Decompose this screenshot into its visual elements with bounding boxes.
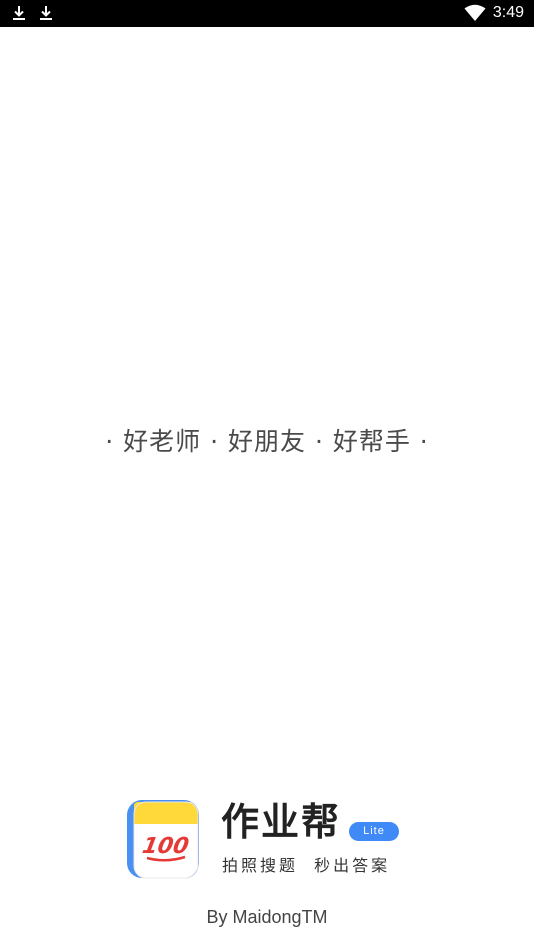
status-clock: 3:49 (492, 4, 524, 21)
app-name: 作业帮 (221, 800, 342, 844)
notification-icons (10, 4, 55, 22)
splash-screen: 3:49 · 好老师 · 好朋友 · 好帮手 · 100 作业帮 Lite 拍照 (0, 0, 534, 949)
splash-slogan: · 好老师 · 好朋友 · 好帮手 · (105, 427, 429, 456)
download-icon (13, 6, 25, 20)
download-icon (40, 6, 52, 20)
app-tagline: 拍照搜题 秒出答案 (222, 856, 391, 875)
app-logo-icon: 100 (127, 800, 199, 879)
wifi-icon (464, 4, 486, 21)
brand-block: 100 作业帮 Lite 拍照搜题 秒出答案 (127, 796, 417, 886)
status-bar: 3:49 (0, 0, 534, 27)
app-logo-text: 100 (140, 833, 190, 859)
system-status: 3:49 (464, 3, 524, 23)
developer-credit: By MaidongTM (206, 907, 328, 927)
lite-badge: Lite (349, 822, 399, 841)
